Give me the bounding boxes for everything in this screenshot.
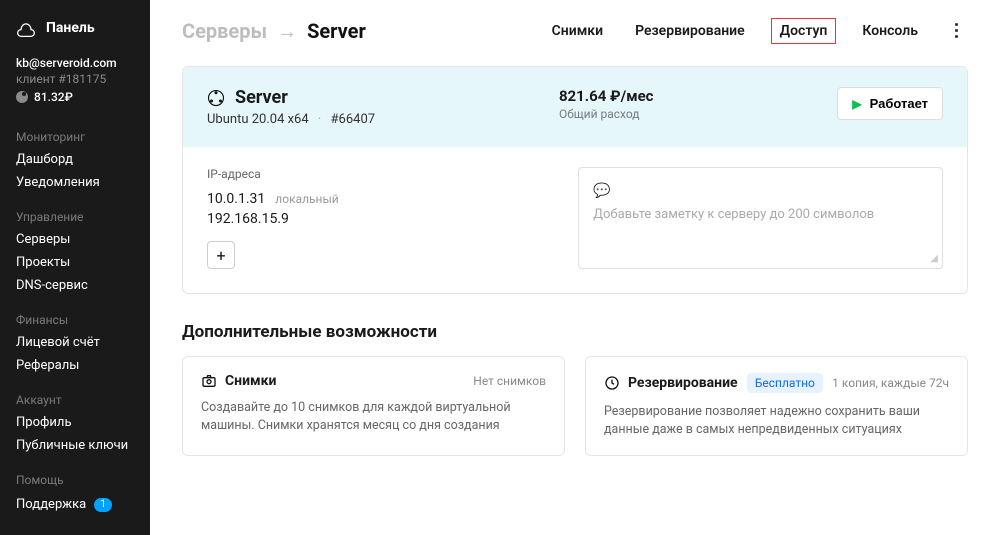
tab-access[interactable]: Доступ bbox=[771, 18, 837, 44]
arrow-icon: → bbox=[277, 19, 297, 44]
sidebar-item-dashboard[interactable]: Дашборд bbox=[0, 148, 150, 171]
sidebar-item-referrals[interactable]: Рефералы bbox=[0, 354, 150, 377]
sidebar-item-profile[interactable]: Профиль bbox=[0, 411, 150, 434]
ubuntu-icon bbox=[207, 89, 225, 107]
tab-console[interactable]: Консоль bbox=[856, 19, 924, 43]
sidebar-item-dns[interactable]: DNS-сервис bbox=[0, 274, 150, 297]
play-icon: ▶ bbox=[852, 97, 861, 111]
server-info: Server Ubuntu 20.04 x64 · #66407 bbox=[207, 87, 375, 127]
nav-finance: Финансы Лицевой счёт Рефералы bbox=[0, 299, 150, 379]
server-name: Server bbox=[235, 87, 288, 108]
extra-snapshots[interactable]: Снимки Нет снимков Создавайте до 10 сним… bbox=[182, 356, 565, 456]
server-name-row: Server bbox=[207, 87, 375, 108]
sidebar-item-label: Поддержка bbox=[16, 497, 86, 512]
sidebar-item-notifications[interactable]: Уведомления bbox=[0, 171, 150, 194]
ip-tag: локальный bbox=[275, 192, 338, 206]
logo-icon bbox=[16, 18, 36, 38]
camera-icon bbox=[201, 373, 217, 389]
server-card-body: IP-адреса 10.0.1.31 локальный 192.168.15… bbox=[207, 167, 943, 269]
extra-backup[interactable]: Резервирование Бесплатно 1 копия, каждые… bbox=[585, 356, 968, 456]
resize-handle-icon[interactable]: ◢ bbox=[930, 253, 938, 264]
note-input[interactable]: 💬 Добавьте заметку к серверу до 200 симв… bbox=[578, 167, 943, 269]
support-badge: 1 bbox=[94, 498, 112, 512]
ip-address[interactable]: 192.168.15.9 bbox=[207, 211, 289, 227]
extra-name: Снимки bbox=[225, 373, 276, 389]
nav-title: Мониторинг bbox=[0, 126, 150, 148]
ip-title: IP-адреса bbox=[207, 167, 538, 181]
crumb-root[interactable]: Серверы bbox=[182, 19, 267, 43]
note-placeholder: Добавьте заметку к серверу до 200 символ… bbox=[593, 207, 928, 222]
extra-desc: Создавайте до 10 снимков для каждой вирт… bbox=[201, 399, 546, 435]
ip-row: 192.168.15.9 bbox=[207, 211, 538, 227]
extras-row: Снимки Нет снимков Создавайте до 10 сним… bbox=[182, 356, 968, 456]
cost-price: 821.64 ₽/мес bbox=[559, 87, 654, 105]
chat-icon: 💬 bbox=[593, 183, 610, 199]
add-ip-button[interactable]: + bbox=[207, 241, 235, 269]
server-card: Server Ubuntu 20.04 x64 · #66407 821.64 … bbox=[182, 66, 968, 294]
extras-title: Дополнительные возможности bbox=[182, 322, 968, 342]
user-email[interactable]: kb@serveroid.com bbox=[16, 56, 134, 70]
nav-title: Управление bbox=[0, 206, 150, 228]
page-title: Server bbox=[307, 19, 366, 43]
state-label: Работает bbox=[870, 96, 928, 111]
sidebar-item-servers[interactable]: Серверы bbox=[0, 228, 150, 251]
brand-title: Панель bbox=[46, 20, 95, 36]
server-meta: Ubuntu 20.04 x64 · #66407 bbox=[207, 112, 375, 127]
extra-name: Резервирование bbox=[628, 375, 738, 391]
coin-icon bbox=[16, 91, 28, 103]
server-cost: 821.64 ₽/мес Общий расход bbox=[559, 87, 654, 121]
main-content: Серверы → Server Снимки Резервирование Д… bbox=[150, 0, 1000, 535]
extra-desc: Резервирование позволяет надежно сохрани… bbox=[604, 403, 949, 439]
cost-sub: Общий расход bbox=[559, 107, 654, 121]
user-block: kb@serveroid.com клиент #181175 81.32₽ bbox=[0, 50, 150, 116]
balance-amount: 81.32₽ bbox=[34, 90, 73, 104]
server-id: #66407 bbox=[331, 112, 376, 127]
state-button[interactable]: ▶ Работает bbox=[837, 87, 943, 120]
brand[interactable]: Панель bbox=[0, 18, 150, 50]
tab-snapshots[interactable]: Снимки bbox=[546, 19, 609, 43]
sidebar: Панель kb@serveroid.com клиент #181175 8… bbox=[0, 0, 150, 535]
nav-account: Аккаунт Профиль Публичные ключи bbox=[0, 379, 150, 459]
server-os: Ubuntu 20.04 x64 bbox=[207, 112, 309, 127]
ip-row: 10.0.1.31 локальный bbox=[207, 191, 538, 207]
header: Серверы → Server Снимки Резервирование Д… bbox=[182, 18, 968, 44]
nav-monitoring: Мониторинг Дашборд Уведомления bbox=[0, 116, 150, 196]
ip-section: IP-адреса 10.0.1.31 локальный 192.168.15… bbox=[207, 167, 538, 269]
breadcrumb: Серверы → Server bbox=[182, 19, 366, 44]
client-id: клиент #181175 bbox=[16, 72, 134, 86]
sidebar-item-public-keys[interactable]: Публичные ключи bbox=[0, 434, 150, 457]
nav-title: Помощь bbox=[0, 469, 150, 491]
extra-meta: Нет снимков bbox=[473, 374, 546, 388]
nav-title: Аккаунт bbox=[0, 389, 150, 411]
sidebar-item-projects[interactable]: Проекты bbox=[0, 251, 150, 274]
tab-backup[interactable]: Резервирование bbox=[629, 19, 751, 43]
ip-address[interactable]: 10.0.1.31 bbox=[207, 191, 265, 207]
sidebar-item-balance[interactable]: Лицевой счёт bbox=[0, 331, 150, 354]
nav-help: Помощь Поддержка 1 bbox=[0, 459, 150, 518]
free-badge: Бесплатно bbox=[747, 373, 823, 393]
extra-meta: 1 копия, каждые 72ч bbox=[832, 376, 949, 390]
server-card-header: Server Ubuntu 20.04 x64 · #66407 821.64 … bbox=[183, 67, 967, 147]
nav-title: Финансы bbox=[0, 309, 150, 331]
nav-management: Управление Серверы Проекты DNS-сервис bbox=[0, 196, 150, 299]
balance[interactable]: 81.32₽ bbox=[16, 90, 134, 104]
more-menu-icon[interactable]: ⋯ bbox=[946, 19, 967, 43]
sidebar-item-support[interactable]: Поддержка 1 bbox=[0, 493, 150, 516]
clock-icon bbox=[604, 375, 620, 391]
header-tabs: Снимки Резервирование Доступ Консоль ⋯ bbox=[546, 18, 968, 44]
